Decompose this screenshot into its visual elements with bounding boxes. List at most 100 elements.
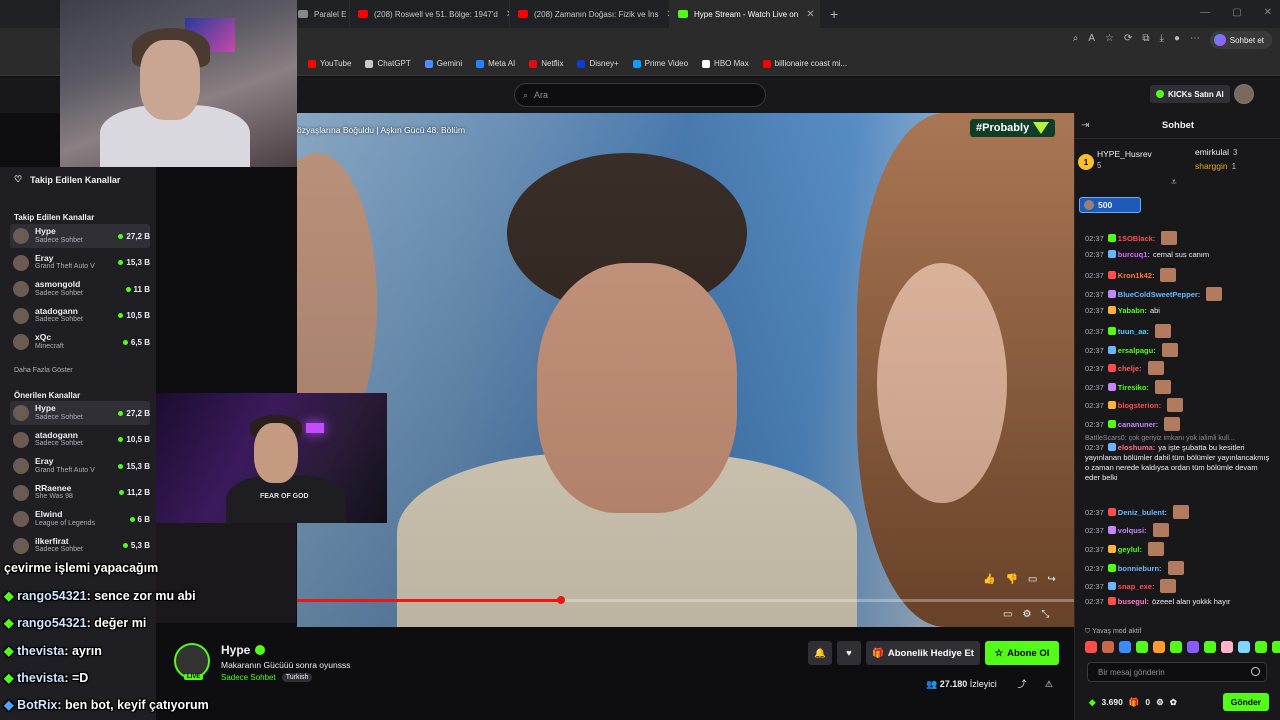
sidebar-channel-item[interactable]: atadogann Sadece Sohbet 10,5 B [10,428,150,452]
bookmark-item[interactable]: billionaire coast mi... [762,59,847,68]
chat-username[interactable]: Deniz_bulent: [1118,508,1167,517]
show-more-link[interactable]: Daha Fazla Göster [14,367,73,374]
follow-heart-button[interactable]: ♥ [837,641,861,665]
zoom-icon[interactable]: ⌕ [1073,33,1079,44]
gift-icon[interactable]: 🎁 [1129,697,1140,708]
chat-settings-icon[interactable]: ⚙ [1156,697,1164,708]
chat-username[interactable]: busegul: [1118,597,1149,606]
sidebar-channel-item[interactable]: RRaenee She Was 98 11,2 B [10,481,150,505]
quick-emote-icon[interactable] [1221,641,1233,653]
video-player[interactable]: özyaşlarına Boğuldu | Aşkın Gücü 48. Böl… [297,113,1074,627]
like-icon[interactable]: 👍 [983,574,995,585]
chat-username[interactable]: chelje: [1118,364,1142,373]
report-icon[interactable]: ⚠ [1045,679,1053,689]
dislike-icon[interactable]: 👎 [1005,574,1017,585]
notification-bell-button[interactable]: 🔔 [808,641,832,665]
quick-emote-icon[interactable] [1153,641,1165,653]
chat-username[interactable]: snap_exe: [1118,582,1155,591]
chat-username[interactable]: Yababn: [1118,306,1147,315]
chat-username[interactable]: BlueColdSweetPepper: [1118,290,1201,299]
quick-emote-icon[interactable] [1119,641,1131,653]
emoji-picker-icon[interactable] [1251,667,1260,676]
sidebar-channel-item[interactable]: Eray Grand Theft Auto V 15,3 B [10,251,150,275]
leaderboard-first-name[interactable]: HYPE_Husrev [1097,149,1152,159]
share-icon[interactable]: ↪ [1047,574,1055,585]
quick-emote-icon[interactable] [1170,641,1182,653]
search-input[interactable]: ⌕ Ara [514,83,766,107]
new-tab-button[interactable]: + [820,6,848,22]
pinned-gift-badge[interactable]: 500 [1079,197,1141,213]
close-window-icon[interactable]: ✕ [1264,7,1272,18]
quick-emote-icon[interactable] [1255,641,1267,653]
sidebar-channel-item[interactable]: Hype Sadece Sohbet 27,2 B [10,224,150,248]
chat-username[interactable]: eloshuma: [1118,443,1156,452]
subscribe-button[interactable]: ☆ Abone Ol [985,641,1059,665]
bookmark-item[interactable]: ChatGPT [365,59,411,68]
bookmark-item[interactable]: Meta AI [476,59,515,68]
chat-username[interactable]: volqusi: [1118,526,1147,535]
maximize-icon[interactable]: ▢ [1232,7,1241,18]
comment-icon[interactable]: ▭ [1028,574,1037,585]
quick-emote-icon[interactable] [1272,641,1280,653]
video-progress-bar[interactable] [297,596,1074,604]
channel-avatar [13,281,29,297]
bookmark-item[interactable]: Prime Video [632,59,688,68]
gift-sub-button[interactable]: 🎁 Abonelik Hediye Et [866,641,980,665]
chat-username[interactable]: Kron1k42: [1118,271,1155,280]
kicks-balance[interactable]: 3.690 [1102,697,1123,707]
quick-emote-icon[interactable] [1204,641,1216,653]
read-aloud-icon[interactable]: A [1088,33,1095,44]
chat-tools-icon[interactable]: ✿ [1170,697,1177,708]
bookmark-item[interactable]: Disney+ [577,59,619,68]
browser-tab[interactable]: Paralel E✕ [290,0,350,28]
sidebar-channel-item[interactable]: Eray Grand Theft Auto V 15,3 B [10,454,150,478]
chat-username[interactable]: geylul: [1118,545,1142,554]
leaderboard-second-name[interactable]: emirkulal [1195,147,1229,157]
favorite-star-icon[interactable]: ☆ [1105,33,1114,44]
chat-username[interactable]: cananuner: [1118,420,1158,429]
sidebar-channel-item[interactable]: atadogann Sadece Sohbet 10,5 B [10,304,150,328]
bookmark-item[interactable]: YouTube [308,59,351,68]
heart-icon[interactable]: ♡ [14,174,22,185]
more-menu-icon[interactable]: ⋯ [1190,33,1200,44]
user-avatar[interactable] [1234,84,1254,104]
fullscreen-exit-icon[interactable]: ⤡ [1041,609,1049,620]
quick-emote-icon[interactable] [1187,641,1199,653]
chat-username[interactable]: burcuq1: [1118,250,1150,259]
close-tab-icon[interactable]: ✕ [806,9,814,20]
browser-tab[interactable]: (208) Roswell ve 51. Bölge: 1947'd✕ [350,0,510,28]
copilot-chat-button[interactable]: Sohbet et [1209,31,1272,49]
chat-username[interactable]: 1SOBlack: [1118,234,1156,243]
extensions-icon[interactable]: ⧉ [1142,33,1149,44]
settings-gear-icon[interactable]: ⚙ [1022,609,1031,620]
sidebar-channel-item[interactable]: Hype Sadece Sohbet 27,2 B [10,401,150,425]
bookmark-item[interactable]: Gemini [424,59,462,68]
quick-emote-icon[interactable] [1238,641,1250,653]
browser-tab[interactable]: (208) Zamanın Doğası: Fizik ve İns✕ [510,0,670,28]
leaderboard-third-name[interactable]: sharggin [1195,161,1228,171]
chat-username[interactable]: tuun_aa: [1118,327,1149,336]
share-stream-icon[interactable]: ⤴ [1017,679,1026,689]
quick-emote-icon[interactable] [1102,641,1114,653]
chat-username[interactable]: bonnieburn: [1118,564,1162,573]
chat-username[interactable]: Tiresiko: [1118,383,1149,392]
bookmark-item[interactable]: HBO Max [702,59,749,68]
captions-icon[interactable]: ▭ [1003,609,1012,620]
chat-username[interactable]: ersalpagu: [1118,346,1156,355]
download-icon[interactable]: ⤓ [1160,33,1164,44]
quick-emote-icon[interactable] [1136,641,1148,653]
bookmark-item[interactable]: Netflix [529,59,563,68]
send-button[interactable]: Gönder [1222,693,1269,711]
sidebar-channel-item[interactable]: asmongold Sadece Sohbet 11 B [10,277,150,301]
minimize-icon[interactable]: — [1200,7,1210,18]
profile-icon[interactable]: ● [1174,33,1180,44]
chat-message-input[interactable]: Bir mesaj gönderin [1087,662,1267,682]
chat-username[interactable]: blogsterion: [1118,401,1161,410]
refresh-icon[interactable]: ⟳ [1124,33,1132,44]
sidebar-channel-item[interactable]: xQc Minecraft 6,5 B [10,330,150,354]
quick-emote-icon[interactable] [1085,641,1097,653]
expand-leaderboard-icon[interactable]: ⩡ [1171,177,1177,188]
browser-tab[interactable]: Hype Stream - Watch Live on ✕ [670,0,820,28]
buy-kicks-button[interactable]: KICKs Satın Al [1150,85,1230,103]
chat-message: 02:37 eloshuma: ya işte şubatta bu kesitle… [1085,443,1273,483]
